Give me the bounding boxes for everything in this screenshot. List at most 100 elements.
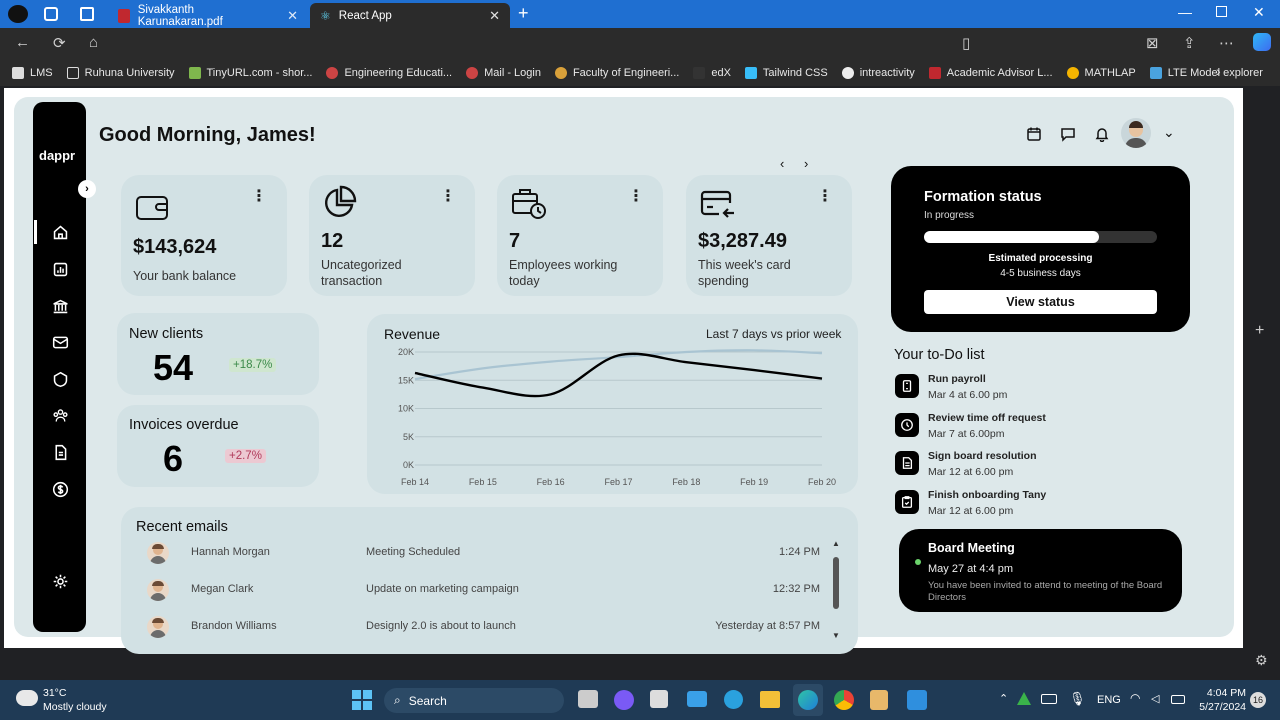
screenshot-icon[interactable]: ⊠ — [1146, 34, 1159, 52]
tray-app-icon[interactable] — [1017, 692, 1031, 705]
sidebar-home-icon[interactable] — [50, 222, 70, 242]
bookmark[interactable]: Mail - Login — [466, 66, 541, 79]
tab-pdf[interactable]: Sivakkanth Karunakaran.pdf ✕ — [108, 3, 308, 28]
maximize-icon[interactable] — [1216, 6, 1227, 17]
more-options-icon[interactable]: ⋮ — [440, 189, 456, 205]
bookmark[interactable]: Faculty of Engineeri... — [554, 66, 679, 79]
bookmark[interactable]: edX — [693, 66, 731, 79]
sidebar-bank-icon[interactable] — [50, 296, 70, 316]
new-tab-icon[interactable]: + — [518, 3, 529, 24]
teams-icon[interactable] — [614, 690, 634, 710]
sidebar-analytics-icon[interactable] — [50, 259, 70, 279]
tab-react-app[interactable]: ⚛ React App ✕ — [310, 3, 510, 28]
share-icon[interactable]: ⇪ — [1183, 34, 1196, 52]
language-indicator[interactable]: ENG — [1097, 694, 1121, 706]
sidebar-settings-icon[interactable] — [50, 571, 70, 591]
more-icon[interactable]: ⋯ — [1219, 34, 1234, 52]
todo-item[interactable]: Sign board resolution Mar 12 at 6.00 pm — [895, 449, 1145, 481]
avatar[interactable] — [1121, 118, 1151, 148]
invoices-overdue-card[interactable]: Invoices overdue 6 +2.7% — [117, 405, 319, 487]
refresh-icon[interactable]: ⟳ — [53, 34, 66, 52]
bookmark[interactable]: LMS — [12, 66, 53, 79]
windows-start-icon[interactable] — [352, 690, 372, 710]
more-options-icon[interactable]: ⋮ — [817, 189, 833, 205]
sidebar-document-icon[interactable] — [50, 442, 70, 462]
bookmark[interactable]: intreactivity — [841, 66, 915, 79]
scrollbar[interactable]: ▲ ▼ — [832, 539, 840, 640]
volume-icon[interactable]: ◁ — [1151, 692, 1159, 705]
bookmark[interactable]: Tailwind CSS — [744, 66, 828, 79]
view-status-button[interactable]: View status — [924, 290, 1157, 314]
home-icon[interactable]: ⌂ — [89, 34, 98, 51]
bell-icon[interactable] — [1094, 126, 1110, 143]
keyboard-icon[interactable] — [1041, 694, 1057, 704]
stat-card-bank-balance[interactable]: ⋮ $143,624 Your bank balance — [121, 175, 287, 296]
new-clients-card[interactable]: New clients 54 +18.7% — [117, 313, 319, 395]
task-view-icon[interactable] — [578, 690, 598, 708]
series-line-current — [414, 352, 823, 398]
stat-card-employees[interactable]: ⋮ 7 Employees working today — [497, 175, 663, 296]
bookmark[interactable]: Engineering Educati... — [326, 66, 452, 79]
more-options-icon[interactable]: ⋮ — [251, 189, 267, 205]
reading-view-icon[interactable]: ▯ — [962, 34, 970, 52]
bookmark[interactable]: Ruhuna University — [66, 66, 175, 79]
calendar-icon[interactable] — [1026, 126, 1042, 142]
email-row[interactable]: Brandon Williams Designly 2.0 is about t… — [141, 615, 826, 639]
todo-item[interactable]: Review time off request Mar 7 at 6.00pm — [895, 411, 1145, 443]
app-icon[interactable] — [870, 690, 888, 710]
back-icon[interactable]: ← — [15, 34, 30, 51]
board-meeting-card[interactable]: Board Meeting May 27 at 4:4 pm You have … — [899, 529, 1182, 612]
microphone-icon[interactable]: 🎙 — [1069, 691, 1086, 707]
workspaces-icon[interactable] — [44, 7, 58, 21]
wifi-icon[interactable]: ◠ — [1130, 691, 1140, 705]
bookmark-label: Mail - Login — [484, 66, 541, 79]
todo-item[interactable]: Finish onboarding Tany Mar 12 at 6.00 pm — [895, 488, 1145, 520]
profile-icon[interactable] — [8, 5, 28, 23]
clock-time[interactable]: 4:04 PM — [1196, 687, 1246, 699]
notification-badge[interactable]: 16 — [1250, 692, 1266, 708]
invoices-value: 6 — [163, 438, 184, 479]
email-row[interactable]: Megan Clark Update on marketing campaign… — [141, 578, 826, 602]
battery-icon[interactable] — [1171, 695, 1185, 704]
tab-actions-icon[interactable] — [80, 7, 94, 21]
close-window-icon[interactable]: ✕ — [1253, 4, 1265, 21]
chrome-icon[interactable] — [834, 690, 854, 710]
sidebar-shield-icon[interactable] — [50, 369, 70, 389]
expand-sidebar-button[interactable]: › — [78, 180, 96, 198]
close-tab-icon[interactable]: ✕ — [489, 8, 500, 24]
chevron-up-icon[interactable]: ⌃ — [999, 692, 1008, 705]
minimize-icon[interactable]: — — [1178, 4, 1192, 20]
next-arrow-icon[interactable]: › — [804, 156, 808, 171]
y-tick-label: 5K — [403, 432, 414, 442]
sidebar-dollar-icon[interactable] — [50, 479, 70, 499]
close-tab-icon[interactable]: ✕ — [287, 8, 298, 24]
prev-arrow-icon[interactable]: ‹ — [780, 156, 784, 171]
vscode-icon[interactable] — [907, 690, 927, 710]
sidebar-mail-icon[interactable] — [50, 332, 70, 352]
add-sidebar-icon[interactable]: + — [1255, 322, 1264, 340]
sidebar-team-icon[interactable] — [50, 405, 70, 425]
card-title: New clients — [129, 326, 204, 342]
edge-taskbar-button[interactable] — [793, 684, 823, 716]
bookmark[interactable]: LTE Model explorer — [1149, 66, 1263, 79]
telegram-icon[interactable] — [724, 690, 743, 709]
copilot-icon[interactable] — [1253, 33, 1271, 51]
meeting-desc: You have been invited to attend to meeti… — [928, 580, 1163, 603]
chevron-down-icon[interactable]: ⌄ — [1163, 124, 1175, 141]
taskbar-search[interactable]: ⌕ Search — [384, 688, 564, 713]
chat-icon[interactable] — [1060, 126, 1076, 142]
more-options-icon[interactable]: ⋮ — [628, 189, 644, 205]
app-icon[interactable] — [650, 690, 668, 708]
stat-card-uncategorized[interactable]: ⋮ 12 Uncategorized transaction — [309, 175, 475, 296]
bookmark[interactable]: MATHLAP — [1066, 66, 1136, 79]
sidebar-settings-icon[interactable]: ⚙ — [1255, 652, 1268, 669]
bookmark[interactable]: TinyURL.com - shor... — [188, 66, 312, 79]
bookmarks-more-icon[interactable]: › — [1216, 63, 1221, 79]
mail-icon[interactable] — [687, 691, 707, 707]
bookmark[interactable]: Academic Advisor L... — [928, 66, 1053, 79]
todo-item[interactable]: Run payroll Mar 4 at 6.00 pm — [895, 372, 1145, 404]
stat-card-card-spending[interactable]: ⋮ $3,287.49 This week's card spending — [686, 175, 852, 296]
file-explorer-icon[interactable] — [760, 691, 780, 708]
email-row[interactable]: Hannah Morgan Meeting Scheduled 1:24 PM — [141, 541, 826, 565]
clock-date[interactable]: 5/27/2024 — [1186, 701, 1246, 713]
